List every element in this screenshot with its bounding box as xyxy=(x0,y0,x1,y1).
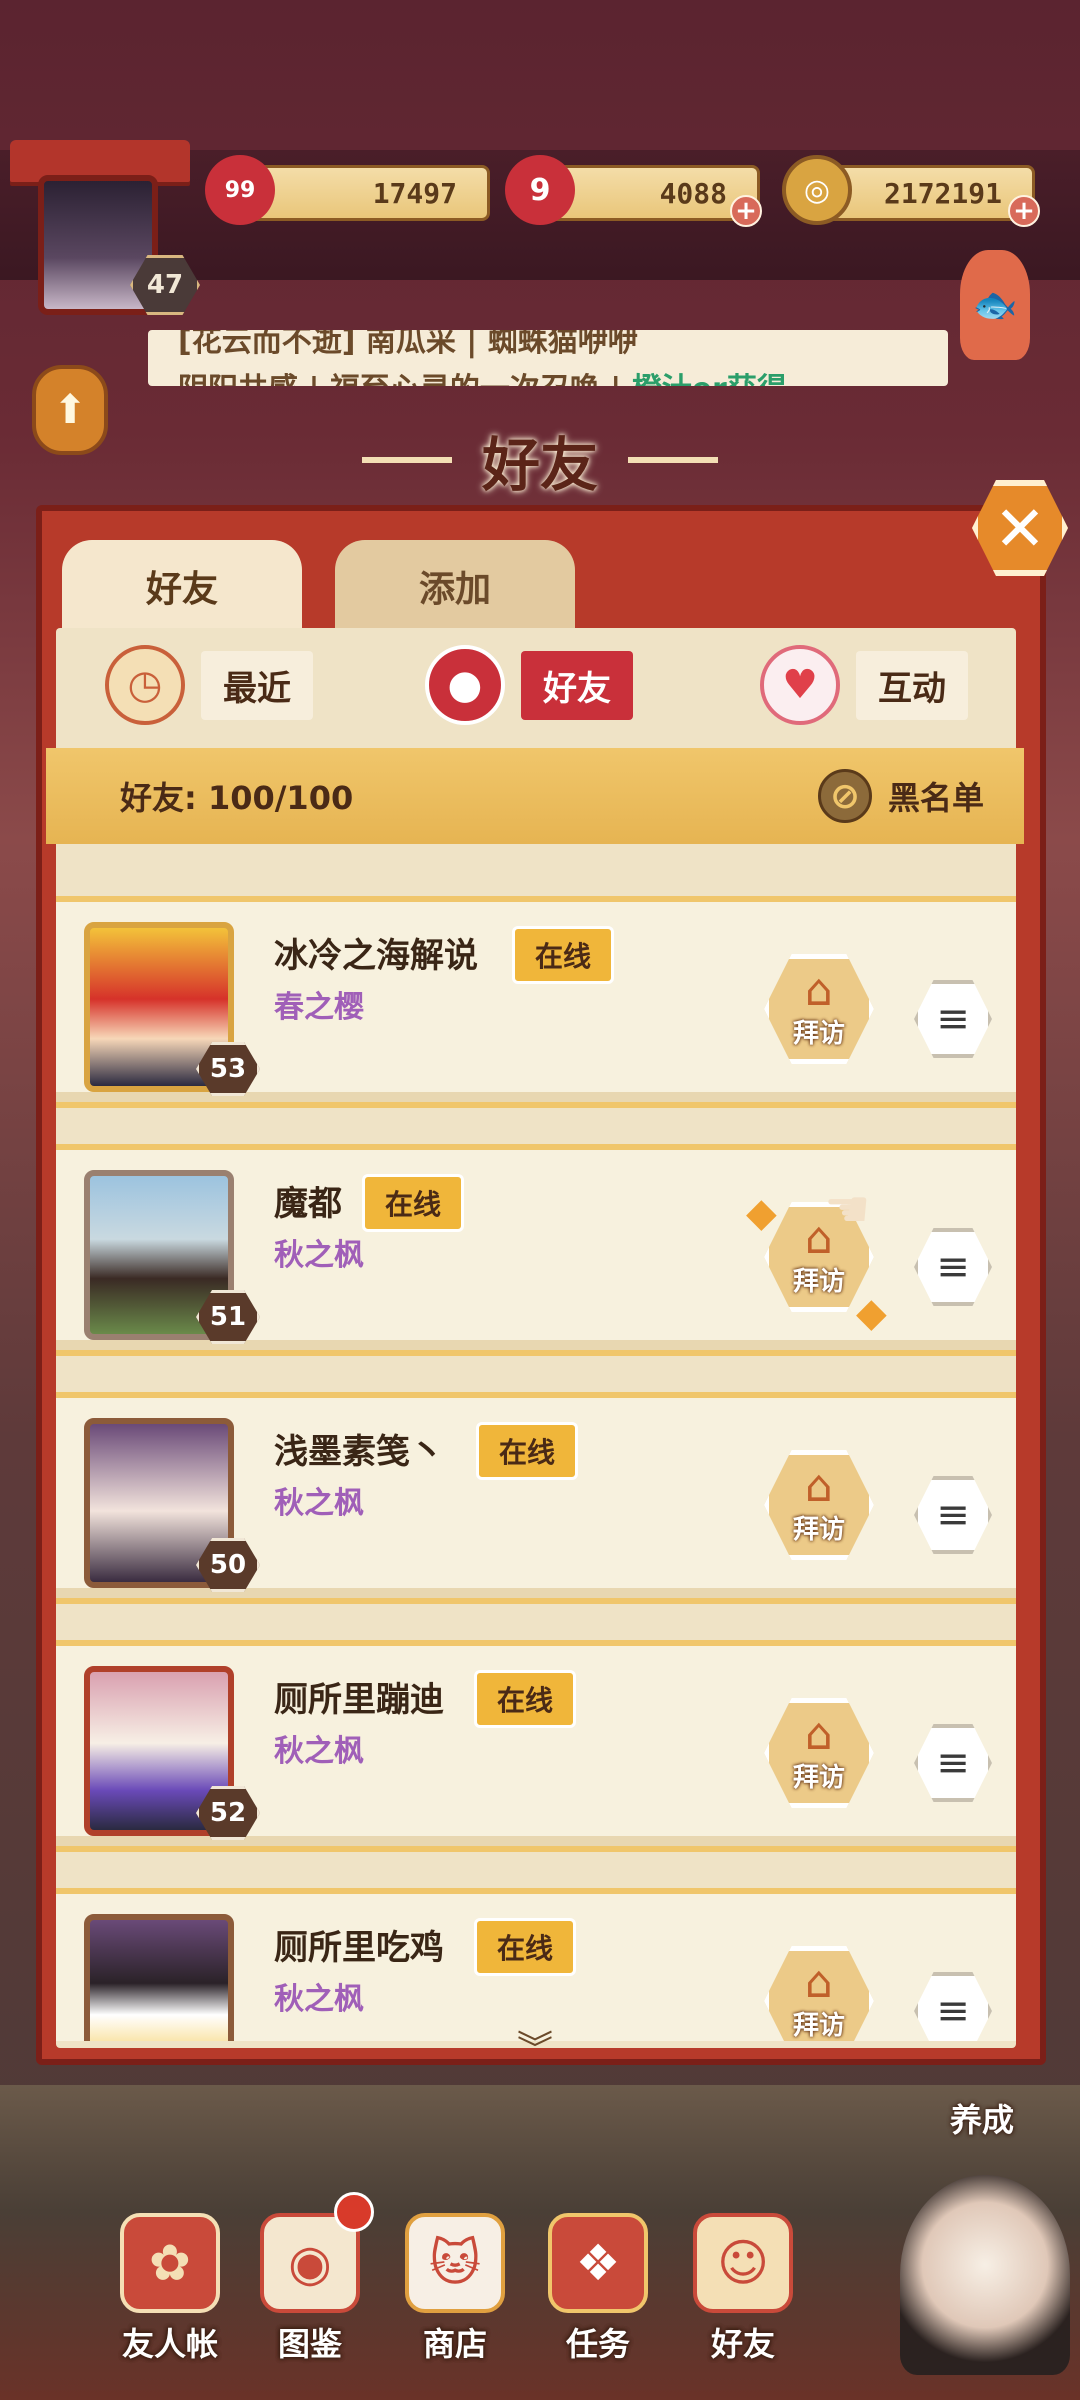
online-status-badge: 在线 xyxy=(474,1670,577,1728)
title-left-ornament xyxy=(361,457,452,463)
nav-friends-label: 好友 xyxy=(710,2325,775,2363)
task-box-icon: ❖ xyxy=(548,2213,648,2313)
friend-count-bar: 好友: 100/100 ⊘ 黑名单 xyxy=(46,748,1024,844)
subtab-friends[interactable]: ● 好友 xyxy=(425,645,633,725)
friend-row[interactable]: 厕所里吃鸡 在线 秋之枫 ⌂ 拜访 ≡ xyxy=(56,1888,1016,2041)
page-title-banner: 好友 xyxy=(330,415,750,505)
friend-server: 春之樱 xyxy=(274,990,364,1025)
coin-icon: ◎ xyxy=(782,155,852,225)
subtab-friends-label: 好友 xyxy=(521,650,633,720)
visit-button[interactable]: ⌂ 拜访 xyxy=(764,1698,874,1808)
visit-label: 拜访 xyxy=(792,1266,845,1297)
house-icon: ⌂ xyxy=(805,1956,833,2008)
friend-row[interactable]: 53 冰冷之海解说 在线 春之樱 ⌂ 拜访 ≡ xyxy=(56,896,1016,1108)
add-gold-button[interactable]: + xyxy=(1008,195,1040,227)
news-ticker: [花云而不逝] 南瓜采 | 蜘蛛猫咿咿 阴阳共感 | 福至心灵的一次召唤 | 橙… xyxy=(148,330,948,386)
page-title: 好友 xyxy=(481,431,598,499)
online-status-badge: 在线 xyxy=(362,1174,465,1232)
ban-icon: ⊘ xyxy=(817,769,872,823)
lucky-cat-icon: 🐱 xyxy=(405,2213,505,2313)
friend-name: 厕所里吃鸡 xyxy=(274,1928,444,1968)
visit-label: 拜访 xyxy=(792,2010,845,2041)
nav-shop-label: 商店 xyxy=(422,2325,487,2363)
daruma-icon: ● xyxy=(425,645,505,725)
online-status-badge: 在线 xyxy=(474,1918,577,1976)
visit-button[interactable]: ⌂ 拜访 xyxy=(764,954,874,1064)
spiral-stamina-icon: 9 xyxy=(505,155,575,225)
add-stamina-button[interactable]: + xyxy=(730,195,762,227)
friend-server: 秋之枫 xyxy=(274,1734,364,1769)
more-menu-button[interactable]: ≡ xyxy=(914,1724,992,1802)
subtab-interact-label: 互动 xyxy=(856,650,968,720)
clock-icon: ◷ xyxy=(105,645,185,725)
scroll-down-chevron-icon[interactable]: ︾ xyxy=(505,2020,565,2070)
visit-button[interactable]: ⌂ 拜访 xyxy=(764,1450,874,1560)
tab-add[interactable]: 添加 xyxy=(335,540,575,632)
friends-dolls-icon: ☺ xyxy=(693,2213,793,2313)
visit-button[interactable]: ⌂ 拜访 xyxy=(764,1946,874,2041)
nav-collection-label: 图鉴 xyxy=(277,2325,342,2363)
more-menu-button[interactable]: ≡ xyxy=(914,1476,992,1554)
gold-value: 2172191 xyxy=(883,176,1002,210)
subtab-recent[interactable]: ◷ 最近 xyxy=(105,645,313,725)
friend-name: 冰冷之海解说 xyxy=(274,936,478,976)
title-right-ornament xyxy=(628,457,718,463)
friend-row[interactable]: 51 魔都 在线 秋之枫 ⌂ 拜访 ◆ ◆ ☚ ≡ xyxy=(56,1144,1016,1356)
friend-list[interactable]: 53 冰冷之海解说 在线 春之樱 ⌂ 拜访 ≡ 51 魔都 在线 秋之枫 ⌂ 拜… xyxy=(56,876,1016,2041)
tab-friends[interactable]: 好友 xyxy=(62,540,302,632)
visit-label: 拜访 xyxy=(792,1514,845,1545)
visit-label: 拜访 xyxy=(792,1762,845,1793)
nav-tasks[interactable]: ❖ 任务 xyxy=(533,2195,663,2365)
friend-row[interactable]: 52 厕所里蹦迪 在线 秋之枫 ⌂ 拜访 ≡ xyxy=(56,1640,1016,1852)
tab-add-label: 添加 xyxy=(418,569,491,610)
subtab-recent-label: 最近 xyxy=(201,650,313,720)
up-arrow-lantern-icon[interactable]: ⬆ xyxy=(32,365,108,455)
ticker-line-2: 阴阳共感 | 福至心灵的一次召唤 | 橙汁er获得 xyxy=(148,364,948,386)
jade-icon-badge: 99 xyxy=(224,177,256,203)
raise-label[interactable]: 养成 xyxy=(950,2095,1014,2141)
friend-count: 好友: 100/100 xyxy=(120,779,354,817)
friend-avatar[interactable] xyxy=(84,1914,234,2041)
more-menu-button[interactable]: ≡ xyxy=(914,1228,992,1306)
friend-server: 秋之枫 xyxy=(274,1486,364,1521)
ticker-line-2-prefix: 阴阳共感 | 福至心灵的一次召唤 | xyxy=(178,372,621,386)
stamina-icon-badge: 9 xyxy=(529,172,551,208)
visit-label: 拜访 xyxy=(792,1018,845,1049)
friend-server: 秋之枫 xyxy=(274,1982,364,2017)
more-menu-button[interactable]: ≡ xyxy=(914,1972,992,2041)
nav-friends[interactable]: ☺ 好友 xyxy=(678,2195,808,2365)
online-status-badge: 在线 xyxy=(512,926,615,984)
nav-friend-book[interactable]: ✿ 友人帐 xyxy=(105,2195,235,2365)
shikigami-portrait[interactable] xyxy=(900,2175,1070,2375)
friend-name: 浅墨素笺丶 xyxy=(274,1432,444,1472)
more-menu-button[interactable]: ≡ xyxy=(914,980,992,1058)
online-status-badge: 在线 xyxy=(476,1422,579,1480)
pointing-hand-icon: ☚ xyxy=(824,1180,871,1240)
house-icon: ⌂ xyxy=(805,964,833,1016)
house-icon: ⌂ xyxy=(805,1708,833,1760)
heart-doll-icon: ♥ xyxy=(760,645,840,725)
nav-shop[interactable]: 🐱 商店 xyxy=(390,2195,520,2365)
nav-tasks-label: 任务 xyxy=(565,2325,630,2363)
friend-name: 魔都 xyxy=(274,1184,342,1224)
jade-value: 17497 xyxy=(372,176,457,210)
notification-dot xyxy=(334,2192,374,2232)
ticker-line-2-highlight: 橙汁er获得 xyxy=(632,372,787,386)
nav-friend-book-label: 友人帐 xyxy=(121,2325,218,2363)
friend-name: 厕所里蹦迪 xyxy=(274,1680,444,1720)
tab-friends-label: 好友 xyxy=(145,569,218,610)
ticker-line-1: [花云而不逝] 南瓜采 | 蜘蛛猫咿咿 xyxy=(178,330,638,359)
book-icon: ✿ xyxy=(120,2213,220,2313)
fish-banner-icon[interactable]: 🐟 xyxy=(960,250,1030,360)
sparkle-icon: ◆ xyxy=(856,1290,887,1336)
blacklist-button[interactable]: ⊘ 黑名单 xyxy=(817,769,984,823)
house-icon: ⌂ xyxy=(805,1460,833,1512)
friend-row[interactable]: 50 浅墨素笺丶 在线 秋之枫 ⌂ 拜访 ≡ xyxy=(56,1392,1016,1604)
subtab-interact[interactable]: ♥ 互动 xyxy=(760,645,968,725)
sparkle-icon: ◆ xyxy=(746,1190,777,1236)
friend-server: 秋之枫 xyxy=(274,1238,364,1273)
stamina-value: 4088 xyxy=(659,176,727,210)
blacklist-label: 黑名单 xyxy=(887,779,984,817)
flower-coin-icon: 99 xyxy=(205,155,275,225)
